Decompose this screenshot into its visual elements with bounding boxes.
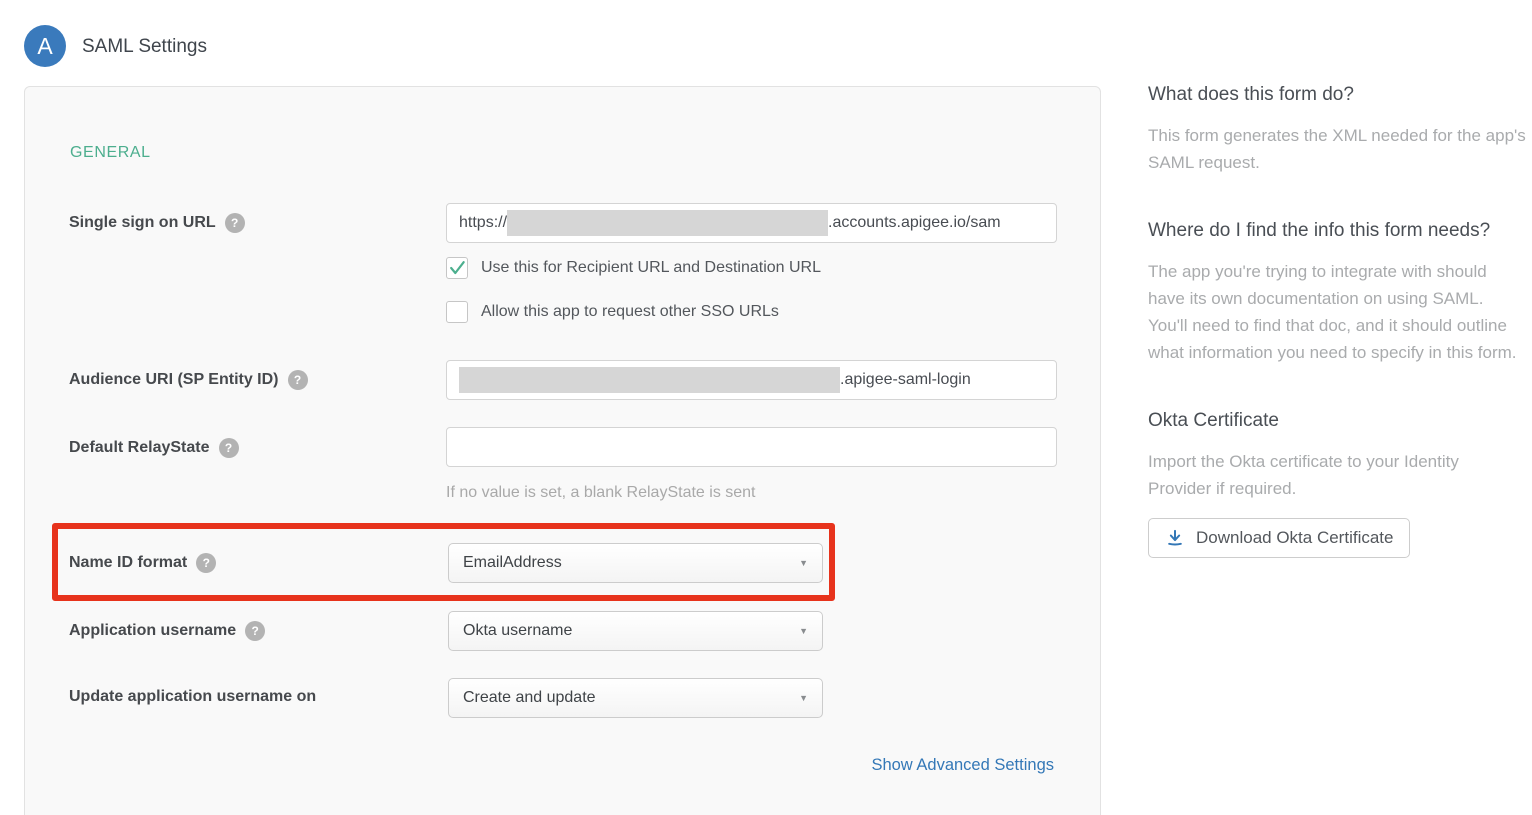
audience-uri-value-suffix: .apigee-saml-login bbox=[840, 371, 971, 389]
app-username-label-text: Application username bbox=[69, 622, 236, 640]
name-id-format-label: Name ID format ? bbox=[69, 553, 216, 573]
sso-url-value-prefix: https:// bbox=[459, 214, 507, 232]
name-id-format-value: EmailAddress bbox=[463, 554, 562, 572]
sidebar-heading-where: Where do I find the info this form needs… bbox=[1148, 220, 1526, 242]
sidebar-body-certificate: Import the Okta certificate to your Iden… bbox=[1148, 448, 1526, 502]
help-sidebar: What does this form do? This form genera… bbox=[1148, 84, 1526, 558]
audience-uri-input[interactable]: .apigee-saml-login bbox=[446, 360, 1057, 400]
chevron-down-icon: ▼ bbox=[799, 626, 808, 636]
checkmark-icon bbox=[447, 258, 467, 278]
download-button-label: Download Okta Certificate bbox=[1196, 528, 1393, 548]
help-icon[interactable]: ? bbox=[219, 438, 239, 458]
download-okta-certificate-button[interactable]: Download Okta Certificate bbox=[1148, 518, 1410, 558]
sso-url-label-text: Single sign on URL bbox=[69, 214, 216, 232]
app-username-value: Okta username bbox=[463, 622, 572, 640]
audience-uri-label-text: Audience URI (SP Entity ID) bbox=[69, 371, 279, 389]
relay-state-input[interactable] bbox=[446, 427, 1057, 467]
help-icon[interactable]: ? bbox=[225, 213, 245, 233]
help-icon[interactable]: ? bbox=[245, 621, 265, 641]
update-username-label-text: Update application username on bbox=[69, 688, 316, 706]
recipient-url-checkbox[interactable] bbox=[446, 257, 468, 279]
other-sso-checkbox[interactable] bbox=[446, 301, 468, 323]
redacted-value bbox=[459, 367, 840, 393]
recipient-url-checkbox-row: Use this for Recipient URL and Destinati… bbox=[446, 257, 821, 279]
sidebar-heading-what: What does this form do? bbox=[1148, 84, 1526, 106]
recipient-url-checkbox-label: Use this for Recipient URL and Destinati… bbox=[481, 259, 821, 277]
relay-state-label: Default RelayState ? bbox=[69, 438, 239, 458]
chevron-down-icon: ▼ bbox=[799, 693, 808, 703]
sso-url-input[interactable]: https:// .accounts.apigee.io/sam bbox=[446, 203, 1057, 243]
sso-url-label: Single sign on URL ? bbox=[69, 213, 245, 233]
show-advanced-settings-link[interactable]: Show Advanced Settings bbox=[871, 756, 1054, 775]
audience-uri-label: Audience URI (SP Entity ID) ? bbox=[69, 370, 308, 390]
sidebar-heading-certificate: Okta Certificate bbox=[1148, 410, 1526, 432]
relay-state-label-text: Default RelayState bbox=[69, 439, 210, 457]
saml-settings-panel: GENERAL Single sign on URL ? https:// .a… bbox=[24, 86, 1101, 815]
app-username-select[interactable]: Okta username ▼ bbox=[448, 611, 823, 651]
step-badge: A bbox=[24, 25, 66, 67]
name-id-format-select[interactable]: EmailAddress ▼ bbox=[448, 543, 823, 583]
help-icon[interactable]: ? bbox=[196, 553, 216, 573]
relay-state-hint: If no value is set, a blank RelayState i… bbox=[446, 484, 756, 502]
sidebar-body-what: This form generates the XML needed for t… bbox=[1148, 122, 1526, 176]
update-username-label: Update application username on bbox=[69, 688, 316, 706]
help-icon[interactable]: ? bbox=[288, 370, 308, 390]
other-sso-checkbox-row: Allow this app to request other SSO URLs bbox=[446, 301, 779, 323]
download-icon bbox=[1165, 528, 1185, 548]
update-username-value: Create and update bbox=[463, 689, 596, 707]
sso-url-value-suffix: .accounts.apigee.io/sam bbox=[828, 214, 1001, 232]
redacted-value bbox=[507, 210, 828, 236]
other-sso-checkbox-label: Allow this app to request other SSO URLs bbox=[481, 303, 779, 321]
name-id-format-label-text: Name ID format bbox=[69, 554, 187, 572]
chevron-down-icon: ▼ bbox=[799, 558, 808, 568]
app-username-label: Application username ? bbox=[69, 621, 265, 641]
sidebar-body-where: The app you're trying to integrate with … bbox=[1148, 258, 1526, 366]
section-title-general: GENERAL bbox=[70, 144, 151, 162]
update-username-select[interactable]: Create and update ▼ bbox=[448, 678, 823, 718]
page-title: SAML Settings bbox=[82, 36, 207, 58]
